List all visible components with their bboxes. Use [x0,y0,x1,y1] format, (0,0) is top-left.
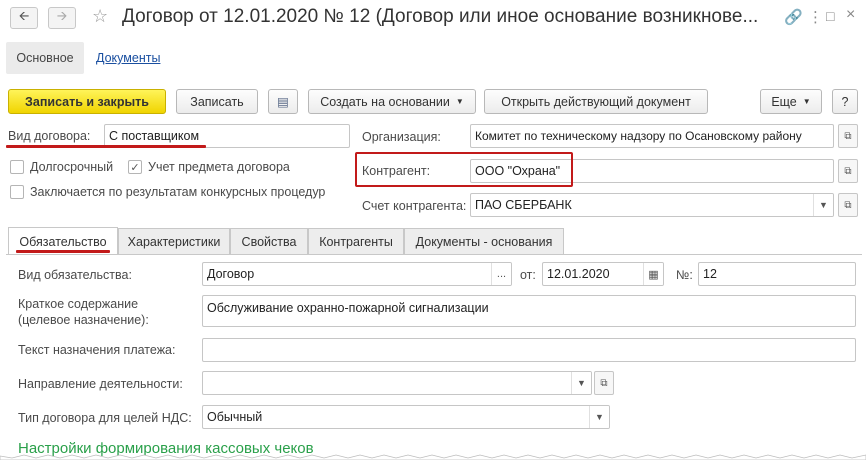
list-button[interactable]: ▤ [268,89,298,114]
organization-field[interactable]: Комитет по техническому надзору по Осано… [470,124,834,148]
open-icon: ⧉ [600,377,608,389]
number-field[interactable]: 12 [698,262,856,286]
chevron-down-icon[interactable]: ▼ [571,372,591,394]
star-icon[interactable]: ☆ [92,6,108,27]
date-from-label: от: [520,268,536,282]
tab-properties[interactable]: Свойства [230,228,308,254]
open-icon: ⧉ [844,199,852,211]
summary-field[interactable]: Обслуживание охранно-пожарной сигнализац… [202,295,856,327]
tab-characteristics[interactable]: Характеристики [118,228,230,254]
help-button[interactable]: ? [832,89,858,114]
menu-dots-icon[interactable]: ⋮ [808,8,823,26]
chevron-down-icon[interactable]: ▼ [589,406,609,428]
payment-text-label: Текст назначения платежа: [18,343,176,357]
create-based-on-label: Создать на основании [320,94,450,109]
open-activity-button[interactable]: ⧉ [594,371,614,395]
dropdown-arrow-icon: ▼ [455,97,464,106]
long-term-label: Долгосрочный [30,160,114,174]
payment-text-field[interactable] [202,338,856,362]
long-term-checkbox[interactable] [10,160,24,174]
vat-type-field[interactable]: Обычный ▼ [202,405,610,429]
obligation-kind-field[interactable]: Договор ... [202,262,512,286]
highlight-underline [6,145,206,148]
summary-label-line2: (целевое назначение): [18,313,149,327]
vat-type-value: Обычный [207,410,263,424]
save-and-close-button[interactable]: Записать и закрыть [8,89,166,114]
activity-field[interactable]: ▼ [202,371,592,395]
maximize-icon[interactable]: □ [826,8,834,24]
vat-type-label: Тип договора для целей НДС: [18,411,192,425]
number-label: №: [676,268,693,282]
activity-label: Направление деятельности: [18,377,183,391]
arrow-right-icon: 🡪 [56,8,68,23]
open-icon: ⧉ [844,130,852,142]
subject-accounting-checkbox[interactable]: ✓ [128,160,142,174]
open-active-document-button[interactable]: Открыть действующий документ [484,89,708,114]
forward-button[interactable]: 🡪 [48,7,76,29]
contract-type-label: Вид договора: [8,129,91,143]
arrow-left-icon: 🡨 [18,8,30,23]
link-icon[interactable]: 🔗 [784,8,803,26]
tab-basis-documents[interactable]: Документы - основания [404,228,564,254]
open-organization-button[interactable]: ⧉ [838,124,858,148]
tender-label: Заключается по результатам конкурсных пр… [30,185,326,199]
save-button[interactable]: Записать [176,89,258,114]
torn-edge [0,454,866,460]
open-account-button[interactable]: ⧉ [838,193,858,217]
close-icon[interactable]: × [846,6,855,24]
chevron-down-icon[interactable]: ▼ [813,194,833,216]
tab-documents[interactable]: Документы [96,51,160,65]
obligation-kind-label: Вид обязательства: [18,268,132,282]
window-title: Договор от 12.01.2020 № 12 (Договор или … [122,6,759,27]
tab-main[interactable]: Основное [6,42,84,74]
checkmark-icon: ✓ [130,161,140,174]
account-label: Счет контрагента: [362,199,467,213]
highlight-underline [16,250,110,253]
account-field[interactable]: ПАО СБЕРБАНК ▼ [470,193,834,217]
dropdown-arrow-icon: ▼ [802,97,811,106]
more-label: Еще [771,94,797,109]
subject-accounting-label: Учет предмета договора [148,160,290,174]
date-field[interactable]: 12.01.2020 ▦ [542,262,664,286]
organization-label: Организация: [362,130,441,144]
obligation-kind-value: Договор [207,267,255,281]
highlight-box [355,152,573,187]
list-icon: ▤ [277,95,289,109]
account-value: ПАО СБЕРБАНК [475,198,572,212]
open-icon: ⧉ [844,165,852,177]
select-ellipsis-icon[interactable]: ... [491,263,511,285]
tab-counterparties[interactable]: Контрагенты [308,228,404,254]
date-value: 12.01.2020 [547,267,610,281]
create-based-on-button[interactable]: Создать на основании ▼ [308,89,476,114]
back-button[interactable]: 🡨 [10,7,38,29]
summary-label-line1: Краткое содержание [18,297,139,311]
tender-checkbox[interactable] [10,185,24,199]
open-counterparty-button[interactable]: ⧉ [838,159,858,183]
calendar-icon[interactable]: ▦ [643,263,663,285]
more-button[interactable]: Еще ▼ [760,89,822,114]
